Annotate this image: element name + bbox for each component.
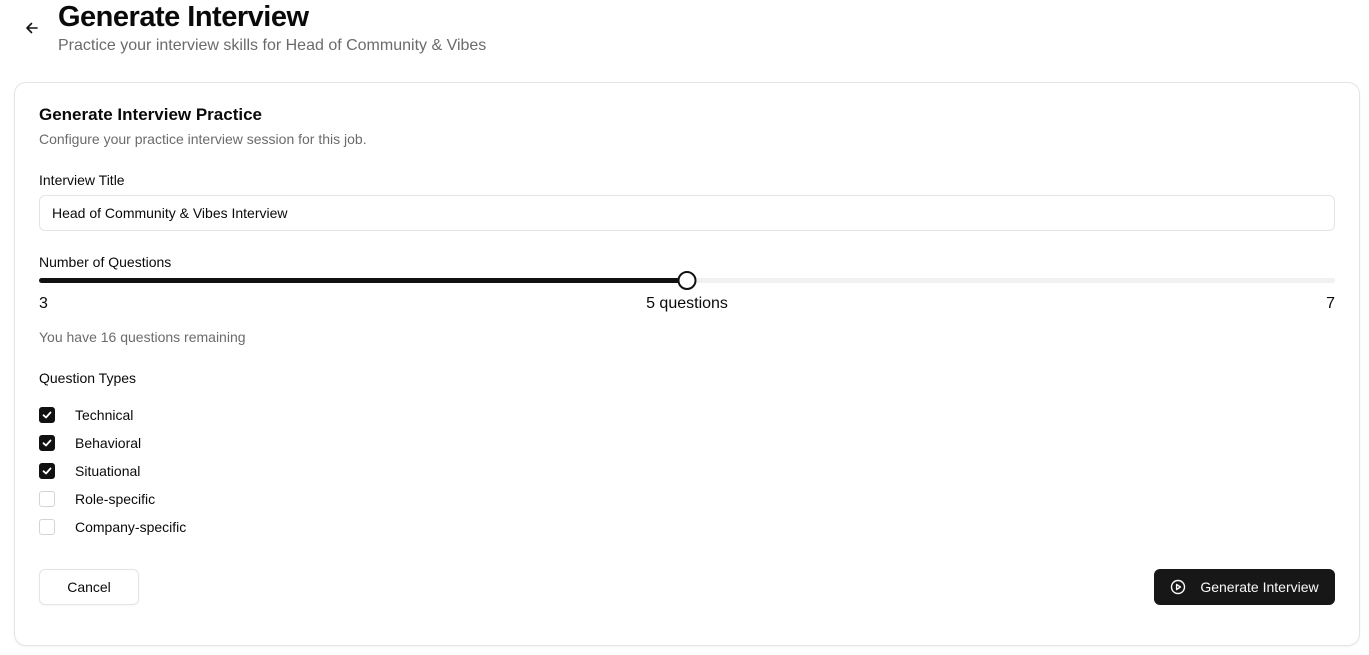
company-specific-checkbox[interactable] bbox=[39, 519, 55, 535]
situational-checkbox[interactable] bbox=[39, 463, 55, 479]
interview-title-input[interactable] bbox=[39, 195, 1335, 231]
slider-max-label: 7 bbox=[1326, 295, 1335, 312]
check-icon bbox=[42, 439, 52, 447]
card-title: Generate Interview Practice bbox=[39, 105, 263, 124]
question-type-technical[interactable]: Technical bbox=[39, 401, 186, 429]
check-icon bbox=[42, 411, 52, 419]
arrow-left-icon bbox=[26, 22, 38, 34]
card-description: Configure your practice interview sessio… bbox=[39, 131, 367, 147]
page-subtitle: Practice your interview skills for Head … bbox=[58, 37, 487, 54]
back-button[interactable] bbox=[20, 16, 44, 40]
question-type-label: Role-specific bbox=[75, 491, 156, 507]
page-title: Generate Interview bbox=[58, 1, 309, 33]
interview-config-card: Generate Interview Practice Configure yo… bbox=[14, 82, 1360, 646]
question-type-label: Technical bbox=[75, 407, 134, 423]
question-type-label: Company-specific bbox=[75, 519, 187, 535]
slider-value-label: 5 questions bbox=[646, 295, 728, 312]
interview-title-label: Interview Title bbox=[39, 172, 125, 188]
question-types-list: Technical Behavioral Situational Role-sp… bbox=[39, 401, 186, 541]
question-type-label: Behavioral bbox=[75, 435, 142, 451]
role-specific-checkbox[interactable] bbox=[39, 491, 55, 507]
cancel-button[interactable]: Cancel bbox=[39, 569, 139, 605]
check-icon bbox=[42, 467, 52, 475]
questions-slider[interactable] bbox=[39, 271, 1335, 290]
play-circle-icon bbox=[1171, 579, 1186, 595]
number-of-questions-label: Number of Questions bbox=[39, 254, 172, 270]
question-type-behavioral[interactable]: Behavioral bbox=[39, 429, 186, 457]
technical-checkbox[interactable] bbox=[39, 407, 55, 423]
behavioral-checkbox[interactable] bbox=[39, 435, 55, 451]
question-type-label: Situational bbox=[75, 463, 141, 479]
question-type-situational[interactable]: Situational bbox=[39, 457, 186, 485]
slider-range bbox=[39, 278, 687, 283]
question-type-company-specific[interactable]: Company-specific bbox=[39, 513, 186, 541]
question-type-role-specific[interactable]: Role-specific bbox=[39, 485, 186, 513]
question-types-label: Question Types bbox=[39, 370, 137, 386]
slider-thumb[interactable] bbox=[677, 271, 697, 290]
questions-remaining: You have 16 questions remaining bbox=[39, 329, 246, 345]
generate-interview-label: Generate Interview bbox=[1200, 579, 1319, 595]
generate-interview-button[interactable]: Generate Interview bbox=[1154, 569, 1335, 605]
